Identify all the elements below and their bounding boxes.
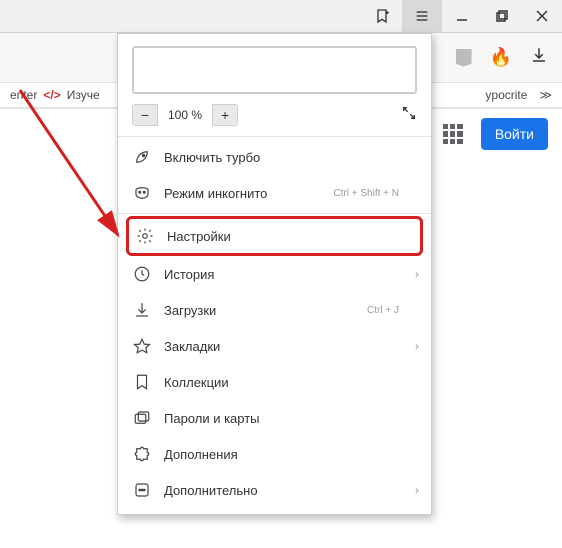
menu-item-cards[interactable]: Пароли и карты [118,400,431,436]
tab-label[interactable]: Изуче [67,88,100,102]
menu-item-gear[interactable]: Настройки [126,216,423,256]
menu-item-label: Настройки [167,229,231,244]
menu-item-label: Дополнения [164,447,238,462]
tab-fragment-right: ypocrite [485,88,527,102]
tabs-overflow-button[interactable]: ≫ [539,88,552,102]
menu-item-rocket[interactable]: Включить турбо [118,139,431,175]
bookmark-flag-icon[interactable] [456,49,472,67]
menu-separator [118,136,431,137]
main-menu-panel: − 100 % + Включить турбо Режим инкогнито C… [117,33,432,515]
chevron-right-icon: › [415,267,419,281]
menu-item-label: История [164,267,214,282]
menu-item-label: Закладки [164,339,220,354]
window-minimize-button[interactable] [442,0,482,32]
menu-item-download[interactable]: Загрузки Ctrl + J [118,292,431,328]
rocket-icon [132,148,152,166]
mask-icon [132,184,152,202]
chevron-right-icon: › [415,339,419,353]
puzzle-icon [132,445,152,463]
menu-item-flag[interactable]: Коллекции [118,364,431,400]
download-icon [132,301,152,319]
main-menu-button[interactable] [402,0,442,32]
menu-item-label: Пароли и карты [164,411,260,426]
zoom-in-button[interactable]: + [212,104,238,126]
menu-item-shortcut: Ctrl + J [367,305,417,316]
window-titlebar [0,0,562,33]
menu-item-label: Режим инкогнито [164,186,267,201]
menu-item-shortcut: Ctrl + Shift + N [333,188,417,199]
menu-item-label: Загрузки [164,303,216,318]
fullscreen-button[interactable] [401,105,417,126]
tab-fragment-left: enter [10,88,37,102]
zoom-value: 100 % [158,108,212,122]
extension-fire-icon[interactable]: 🔥 [490,47,512,68]
bookmark-page-icon[interactable] [362,0,402,32]
flag-icon [132,373,152,391]
menu-item-history[interactable]: История › [118,256,431,292]
gear-icon [135,227,155,245]
star-icon [132,337,152,355]
chevron-right-icon: › [415,483,419,497]
cards-icon [132,409,152,427]
menu-search-input[interactable] [132,46,417,94]
window-close-button[interactable] [522,0,562,32]
zoom-controls: − 100 % + [118,104,431,134]
history-icon [132,265,152,283]
apps-grid-icon[interactable] [443,124,463,144]
code-icon: </> [43,88,60,102]
downloads-icon[interactable] [530,46,548,69]
menu-item-label: Включить турбо [164,150,260,165]
menu-item-star[interactable]: Закладки › [118,328,431,364]
menu-separator [118,213,431,214]
more-icon [132,481,152,499]
zoom-out-button[interactable]: − [132,104,158,126]
menu-item-more[interactable]: Дополнительно › [118,472,431,508]
menu-item-mask[interactable]: Режим инкогнито Ctrl + Shift + N [118,175,431,211]
menu-item-label: Дополнительно [164,483,258,498]
menu-item-puzzle[interactable]: Дополнения [118,436,431,472]
menu-item-label: Коллекции [164,375,229,390]
login-button[interactable]: Войти [481,118,548,150]
window-maximize-button[interactable] [482,0,522,32]
